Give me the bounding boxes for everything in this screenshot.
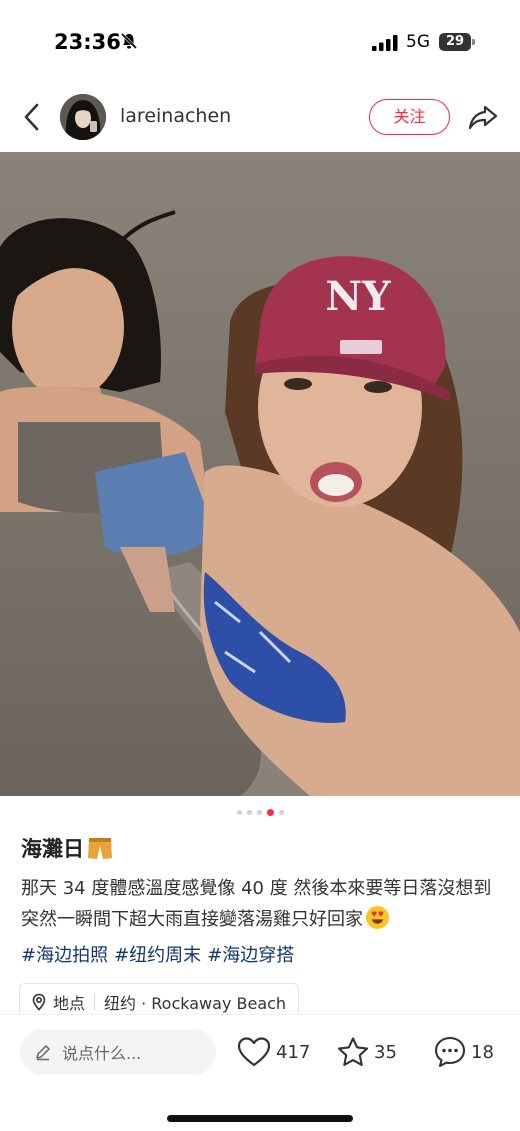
avatar-image bbox=[60, 94, 106, 140]
comment-input[interactable]: 说点什么... bbox=[20, 1029, 216, 1075]
post-photo[interactable]: NY bbox=[0, 152, 520, 796]
post-body: 那天 34 度體感溫度感覺像 40 度 然後本來要等日落沒想到突然一瞬間下超大雨… bbox=[21, 873, 501, 935]
status-time: 23:36 bbox=[54, 30, 121, 54]
like-count: 417 bbox=[276, 1041, 311, 1063]
avatar[interactable] bbox=[60, 94, 106, 140]
signal-icon bbox=[372, 35, 398, 51]
hashtag-link[interactable]: #海边拍照 bbox=[21, 945, 108, 966]
post-body-text: 那天 34 度體感溫度感覺像 40 度 然後本來要等日落沒想到突然一瞬間下超大雨… bbox=[21, 878, 492, 930]
carousel-indicator bbox=[0, 806, 520, 818]
hashtag-link[interactable]: #海边穿搭 bbox=[207, 945, 294, 966]
mute-bell-icon bbox=[120, 32, 138, 50]
bottom-action-bar: 说点什么... 417 35 18 bbox=[0, 1014, 520, 1131]
home-indicator[interactable] bbox=[167, 1115, 353, 1122]
username[interactable]: lareinachen bbox=[120, 105, 231, 127]
comment-placeholder: 说点什么... bbox=[62, 1044, 142, 1063]
status-bar: 23:36 5G 29 bbox=[0, 0, 520, 84]
carousel-dot bbox=[278, 809, 284, 815]
star-icon bbox=[337, 1037, 369, 1066]
battery-tip bbox=[472, 39, 475, 45]
network-label: 5G bbox=[406, 32, 430, 52]
collect-button[interactable]: 35 bbox=[336, 1033, 397, 1071]
back-icon[interactable] bbox=[20, 100, 44, 134]
location-pin-icon bbox=[32, 993, 46, 1011]
pencil-icon bbox=[36, 1045, 50, 1061]
location-divider bbox=[94, 993, 96, 1010]
collect-count: 35 bbox=[374, 1041, 397, 1063]
carousel-dot bbox=[246, 809, 252, 815]
heart-eyes-emoji-icon bbox=[365, 905, 390, 930]
share-icon[interactable] bbox=[467, 101, 499, 133]
carousel-dot bbox=[256, 809, 262, 815]
location-label: 地点 bbox=[53, 993, 86, 1013]
battery-icon: 29 bbox=[439, 33, 471, 51]
comment-count: 18 bbox=[471, 1041, 494, 1063]
heart-icon bbox=[237, 1037, 271, 1067]
hashtag-list: #海边拍照 #纽约周末 #海边穿搭 bbox=[21, 940, 300, 971]
location-value: 纽约 · Rockaway Beach bbox=[104, 993, 287, 1013]
comment-button[interactable]: 18 bbox=[433, 1033, 494, 1071]
beach-selfie-image: NY bbox=[0, 152, 520, 796]
comment-bubble-icon bbox=[434, 1036, 466, 1068]
carousel-dot-active bbox=[266, 808, 274, 816]
like-button[interactable]: 417 bbox=[236, 1033, 310, 1071]
follow-button[interactable]: 关注 bbox=[369, 99, 450, 135]
post-title: 海灘日 bbox=[21, 833, 114, 863]
hashtag-link[interactable]: #纽约周末 bbox=[114, 945, 201, 966]
svg-text:NY: NY bbox=[325, 273, 391, 320]
carousel-dot bbox=[236, 809, 242, 815]
shorts-icon bbox=[88, 838, 112, 859]
post-title-text: 海灘日 bbox=[21, 837, 84, 861]
post-header: lareinachen 关注 bbox=[0, 84, 520, 150]
